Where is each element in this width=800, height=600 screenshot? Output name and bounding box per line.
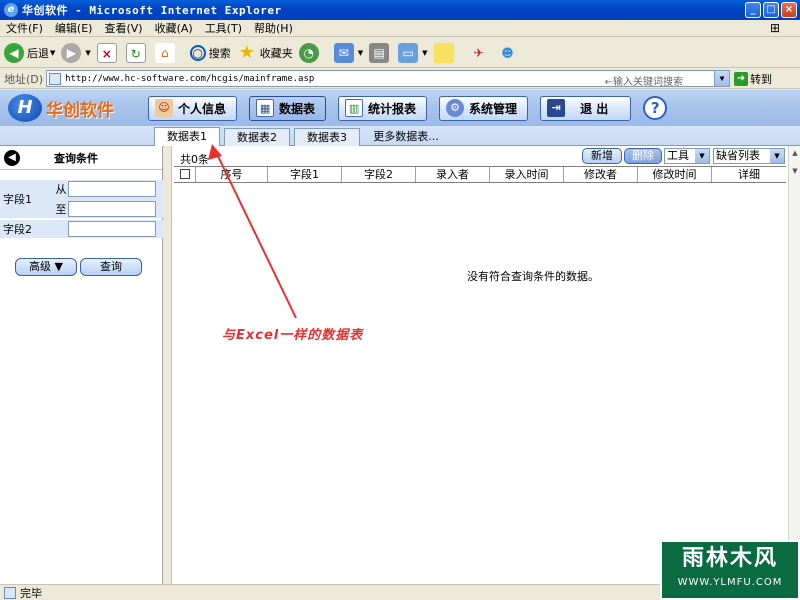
status-text: 完毕 [20,586,42,600]
watermark-line2: WWW.YLMFU.COM [677,577,783,588]
annotation-arrow [208,144,297,319]
page-icon [4,586,16,599]
watermark: 雨林木风 WWW.YLMFU.COM [660,540,800,600]
annotation-text: 与Excel一样的数据表 [222,328,364,343]
arrow-line [215,151,297,319]
arrow-head [208,144,222,160]
watermark-line1: 雨林木风 [681,546,778,571]
